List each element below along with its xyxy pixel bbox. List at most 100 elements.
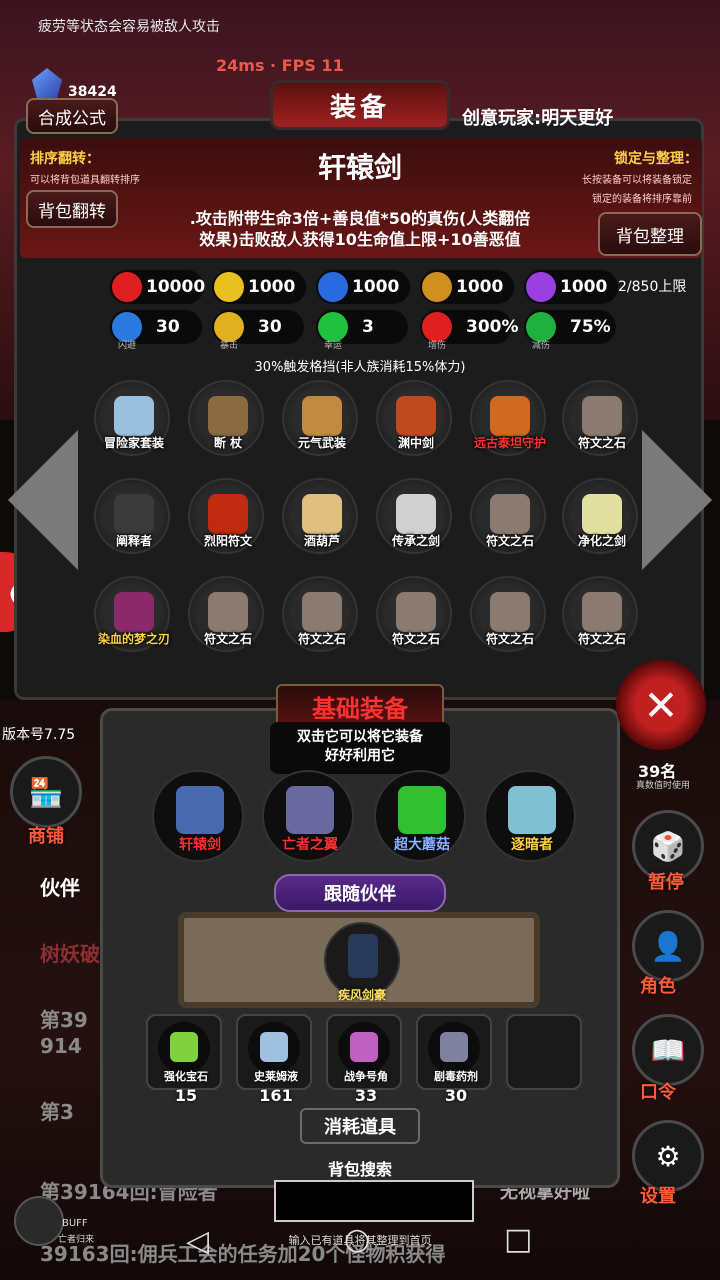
item-art [302,494,342,534]
consumable-art-frame [338,1022,390,1074]
back-icon[interactable]: ◁ [186,1224,209,1259]
inventory-slot[interactable]: 元气武装 [282,380,358,456]
inventory-slot[interactable]: 阐释者 [94,478,170,554]
item-name: 轩辕剑 [317,151,402,184]
basic-equipment-slot[interactable]: 逐暗者 [484,770,576,862]
consumable-label: 剧毒药剂 [434,1070,478,1083]
consumable-label: 强化宝石 [164,1070,208,1083]
consumable-count: 33 [354,1086,378,1105]
inventory-label: 符文之石 [577,632,626,646]
sub-stat-value: 75% [570,317,611,337]
item-description: .攻击附带生命3倍+善良值*50的真伤(人类翻倍 效果)击败敌人获得10生命值上… [150,208,570,250]
basic-equipment-label: 逐暗者 [511,837,553,853]
item-art [208,494,248,534]
formula-button[interactable]: 合成公式 [26,98,118,134]
inventory-slot[interactable]: 断 杖 [188,380,264,456]
stat-value: 1000 [352,277,400,297]
consumable-art [350,1032,378,1062]
equipment-art [508,786,556,834]
prev-page-arrow[interactable] [8,430,78,570]
inventory-slot[interactable]: 符文之石 [470,478,546,554]
item-art [114,396,154,436]
inventory-label: 远古泰坦守护 [473,436,546,450]
stat-value: 1000 [560,277,608,297]
stat-pill: 10000 [110,270,206,304]
stat-pill: 1000 [316,270,410,304]
next-page-arrow[interactable] [642,430,712,570]
inventory-label: 冒险家套装 [103,436,164,450]
hint-line-1: 双击它可以将它装备 [297,729,423,745]
inventory-slot[interactable]: 符文之石 [282,576,358,652]
equipment-art [286,786,334,834]
inventory-slot[interactable]: 烈阳符文 [188,478,264,554]
basic-equipment-slot[interactable]: 超大蘑菇 [374,770,466,862]
close-icon: ✕ [643,680,679,730]
round-text-1b: 914 [40,1034,82,1058]
item-art [114,592,154,632]
item-art [302,592,342,632]
inventory-label: 元气武装 [297,436,346,450]
item-art [302,396,342,436]
inventory-slot[interactable]: 远古泰坦守护 [470,380,546,456]
command-label: 口令 [640,1082,676,1103]
hood-icon: 👤 [650,929,686,963]
companion-tab[interactable]: 跟随伙伴 [274,874,446,912]
stat-pill: 1000 [212,270,306,304]
basic-equipment-slot[interactable]: 亡者之翼 [262,770,354,862]
item-art [582,592,622,632]
companion-name: 疾风剑豪 [337,988,386,1002]
inventory-slot[interactable]: 传承之剑 [376,478,452,554]
sword-icon [422,272,452,302]
consumable-slot[interactable]: 战争号角 33 [326,1014,402,1105]
inventory-label: 符文之石 [485,632,534,646]
recents-icon[interactable]: □ [504,1222,532,1257]
equipment-art [398,786,446,834]
consumable-slot[interactable] [506,1014,582,1090]
shop-label: 商铺 [28,826,64,847]
item-art [490,592,530,632]
item-art [490,494,530,534]
consumable-slot[interactable]: 强化宝石 15 [146,1014,222,1105]
command-button[interactable]: 📖 [632,1014,704,1086]
basic-equipment-label: 轩辕剑 [179,837,221,853]
page-title: 装备 [270,80,450,130]
inventory-slot[interactable]: 符文之石 [376,576,452,652]
inventory-label: 渊中剑 [397,436,434,450]
consumables-tab[interactable]: 消耗道具 [300,1108,420,1144]
inventory-label: 符文之石 [203,632,252,646]
stat-value: 10000 [146,277,206,297]
inventory-label: 断 杖 [213,436,243,450]
consumable-slot[interactable]: 史莱姆液 161 [236,1014,312,1105]
inventory-slot[interactable]: 冒险家套装 [94,380,170,456]
inventory-slot[interactable]: 渊中剑 [376,380,452,456]
inventory-slot[interactable]: 酒葫芦 [282,478,358,554]
round-text-2: 第3 [40,1100,74,1124]
consumable-art [440,1032,468,1062]
lightning-icon [526,272,556,302]
inventory-slot[interactable]: 染血的梦之刃 [94,576,170,652]
inventory-slot[interactable]: 符文之石 [562,576,638,652]
fps-readout: 24ms · FPS 11 [216,56,344,75]
home-icon[interactable]: ○ [344,1222,370,1257]
inventory-slot[interactable]: 净化之剑 [562,478,638,554]
round-text-1: 第39 [40,1008,88,1032]
stat-pill: 1000 [420,270,514,304]
stat-value: 1000 [456,277,504,297]
flip-button[interactable]: 背包翻转 [26,190,118,228]
inventory-slot[interactable]: 符文之石 [188,576,264,652]
equipment-art [176,786,224,834]
basic-equipment-slot[interactable]: 轩辕剑 [152,770,244,862]
search-title: 背包搜索 [327,1160,392,1179]
shop-button[interactable]: 🏪 [10,756,82,828]
inventory-label: 传承之剑 [391,534,440,548]
inventory-slot[interactable]: 符文之石 [470,576,546,652]
item-art [208,592,248,632]
consumable-slot[interactable]: 剧毒药剂 30 [416,1014,492,1105]
sub-stat-label: 幸运 [324,341,343,351]
companion-section-label: 伙伴 [40,876,80,900]
consumable-label: 战争号角 [344,1070,388,1083]
organize-button[interactable]: 背包整理 [598,212,702,256]
close-button[interactable]: ✕ [616,660,706,750]
inventory-slot[interactable]: 符文之石 [562,380,638,456]
consumable-art-frame [248,1022,300,1074]
